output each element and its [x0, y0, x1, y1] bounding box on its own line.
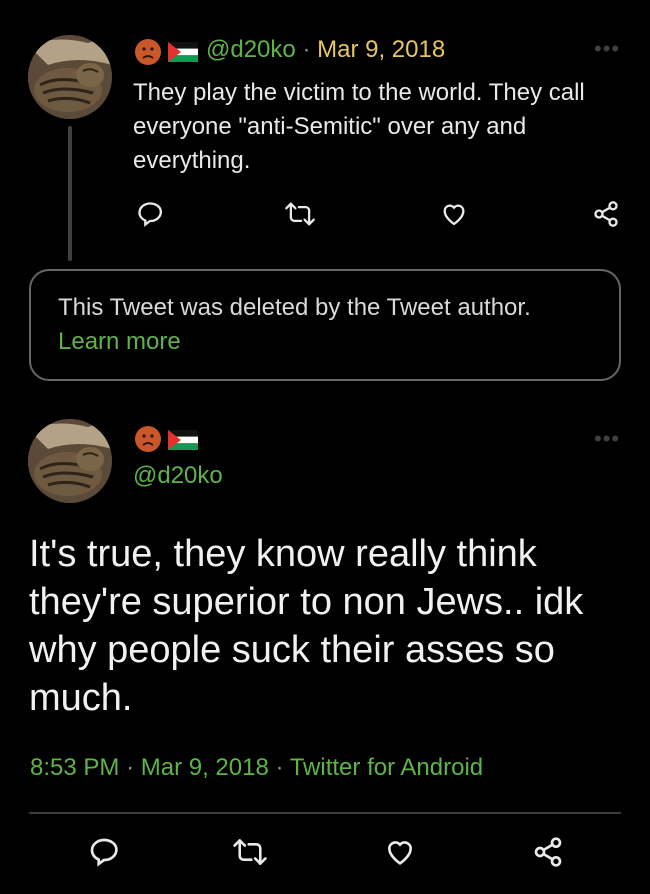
palestine-flag-icon — [168, 430, 198, 450]
thread-line — [68, 126, 72, 261]
tweet-time: 8:53 PM — [30, 754, 120, 781]
tweet-text: It's true, they know really think they'r… — [29, 533, 584, 719]
retweet-icon — [233, 839, 267, 865]
like-button[interactable] — [384, 836, 416, 868]
deleted-message: This Tweet was deleted by the Tweet auth… — [58, 294, 531, 321]
avatar[interactable] — [28, 419, 112, 503]
more-dots-icon[interactable]: ••• — [594, 428, 620, 450]
more-dots-icon[interactable]: ••• — [594, 38, 620, 60]
avatar[interactable] — [28, 35, 112, 119]
cat-photo-icon — [28, 35, 112, 119]
learn-more-link[interactable]: Learn more — [58, 328, 181, 356]
tweet-date: Mar 9, 2018 — [140, 754, 269, 781]
meta-separator: · — [275, 754, 284, 781]
retweet-icon — [285, 202, 315, 226]
deleted-tweet-notice — [29, 269, 621, 381]
divider — [29, 812, 621, 814]
share-button[interactable] — [592, 200, 620, 228]
like-icon — [388, 841, 412, 865]
palestine-flag-icon — [168, 42, 198, 62]
tweet-date[interactable]: Mar 9, 2018 — [317, 36, 445, 63]
frowning-face-icon — [135, 426, 161, 452]
reply-icon — [90, 838, 118, 867]
share-button[interactable] — [532, 836, 564, 868]
user-handle[interactable]: @d20ko — [206, 36, 296, 63]
tweet-timestamp: 8:53 PM · Mar 9, 2018 · Twitter for Andr… — [30, 754, 483, 782]
meta-separator: · — [302, 36, 311, 63]
cat-photo-icon — [28, 419, 112, 503]
user-handle[interactable]: @d20ko — [133, 462, 223, 490]
reply-icon — [138, 202, 163, 227]
reply-button[interactable] — [136, 200, 164, 228]
tweet-text: They play the victim to the world. They … — [133, 79, 585, 174]
share-icon — [534, 837, 562, 867]
frowning-face-icon — [135, 39, 161, 65]
tweet-source[interactable]: Twitter for Android — [290, 754, 483, 781]
like-icon — [443, 204, 465, 226]
like-button[interactable] — [440, 200, 468, 228]
reply-button[interactable] — [88, 836, 120, 868]
share-icon — [594, 201, 618, 227]
tweet-meta: @d20ko · Mar 9, 2018 — [206, 36, 445, 64]
retweet-button[interactable] — [232, 836, 268, 868]
meta-separator: · — [126, 754, 135, 781]
retweet-button[interactable] — [284, 200, 316, 228]
